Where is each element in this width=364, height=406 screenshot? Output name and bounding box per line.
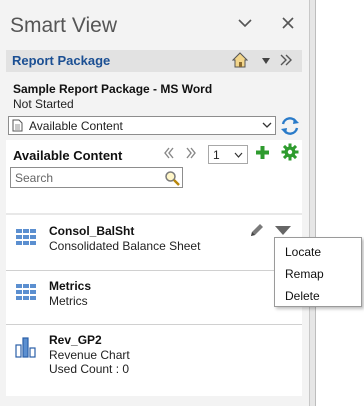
pane-title: Smart View [10,14,117,37]
chevron-down-icon [262,122,272,128]
add-icon[interactable] [255,145,270,160]
next-page-icon[interactable] [184,146,198,160]
available-content-heading: Available Content [13,148,123,163]
chevron-down-icon[interactable] [236,14,254,32]
menu-item-locate[interactable]: Locate [285,245,321,259]
search-input[interactable] [15,170,160,185]
menu-item-remap[interactable]: Remap [285,267,324,281]
chevron-down-icon [234,152,243,158]
item-name: Consol_BalSht [49,224,135,238]
item-dropdown-icon[interactable] [275,226,291,235]
grid-icon [16,229,36,245]
search-box [10,167,183,188]
bar-chart-icon [15,337,36,358]
item-used-count: Used Count : 0 [49,362,130,376]
content-type-select[interactable]: Available Content [8,116,276,135]
page-number-select[interactable]: 1 [208,145,248,164]
item-name: Metrics [49,279,92,293]
previous-page-icon[interactable] [162,146,176,160]
list-item[interactable]: Rev_GP2 Revenue Chart Used Count : 0 [6,325,302,385]
item-description: Revenue Chart [49,348,130,362]
list-divider [6,213,302,215]
item-context-menu: Locate Remap Delete [274,237,362,307]
pane-border [315,0,316,406]
search-icon[interactable] [164,170,180,186]
list-item[interactable]: Metrics Metrics [6,271,302,325]
grid-icon [16,284,36,300]
item-name: Rev_GP2 [49,333,102,347]
item-description: Consolidated Balance Sheet [49,239,201,253]
report-package-name: Sample Report Package - MS Word [13,82,213,96]
document-icon [12,119,23,132]
refresh-icon[interactable] [279,115,301,137]
home-dropdown-icon[interactable] [262,58,270,64]
report-package-status: Not Started [13,97,74,111]
menu-item-delete[interactable]: Delete [285,289,320,303]
item-description: Metrics [49,294,88,308]
double-chevron-right-icon[interactable] [279,54,293,66]
page-number-value: 1 [213,148,220,162]
report-package-label[interactable]: Report Package [12,53,110,68]
home-icon[interactable] [232,52,248,68]
close-icon[interactable] [279,14,297,32]
gear-icon[interactable] [281,143,299,161]
content-select-value: Available Content [29,119,123,133]
pencil-icon[interactable] [249,222,265,238]
